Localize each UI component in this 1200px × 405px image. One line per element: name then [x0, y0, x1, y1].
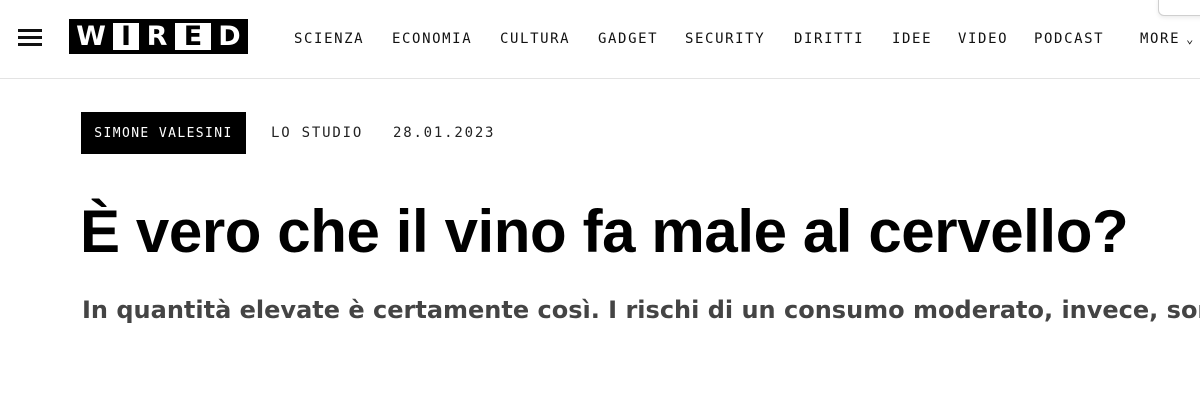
- top-navigation-bar: W I R E D SCIENZA ECONOMIA CULTURA GADGE…: [0, 0, 1200, 79]
- menu-line: [18, 36, 42, 39]
- menu-line: [18, 29, 42, 32]
- nav-item-gadget[interactable]: GADGET: [598, 29, 658, 49]
- logo-letter-e: E: [175, 19, 211, 54]
- hamburger-menu-icon[interactable]: [18, 28, 42, 48]
- nav-item-cultura[interactable]: CULTURA: [500, 29, 570, 49]
- menu-line: [18, 43, 42, 46]
- nav-more-button[interactable]: MORE ⌄: [1140, 29, 1195, 49]
- logo-letter-d: D: [211, 19, 248, 54]
- nav-item-security[interactable]: SECURITY: [685, 29, 765, 49]
- nav-item-video[interactable]: VIDEO: [958, 29, 1008, 49]
- wired-logo[interactable]: W I R E D: [69, 19, 248, 54]
- nav-item-podcast[interactable]: PODCAST: [1034, 29, 1104, 49]
- nav-more-label: MORE: [1140, 31, 1181, 47]
- popover-panel-edge: [1158, 0, 1200, 16]
- nav-item-diritti[interactable]: DIRITTI: [794, 29, 864, 49]
- publish-date: 28.01.2023: [393, 125, 496, 141]
- logo-letter-w: W: [69, 19, 113, 54]
- nav-item-economia[interactable]: ECONOMIA: [392, 29, 472, 49]
- chevron-down-icon: ⌄: [1186, 32, 1195, 46]
- article-title: È vero che il vino fa male al cervello?: [80, 198, 1129, 265]
- nav-item-idee[interactable]: IDEE: [892, 29, 932, 49]
- article-subtitle: In quantità elevate è certamente così. I…: [82, 296, 1200, 324]
- logo-letter-r: R: [139, 19, 175, 54]
- logo-letter-i: I: [113, 19, 139, 54]
- nav-item-scienza[interactable]: SCIENZA: [294, 29, 364, 49]
- section-label[interactable]: LO STUDIO: [271, 112, 363, 154]
- author-tag[interactable]: SIMONE VALESINI: [81, 112, 246, 154]
